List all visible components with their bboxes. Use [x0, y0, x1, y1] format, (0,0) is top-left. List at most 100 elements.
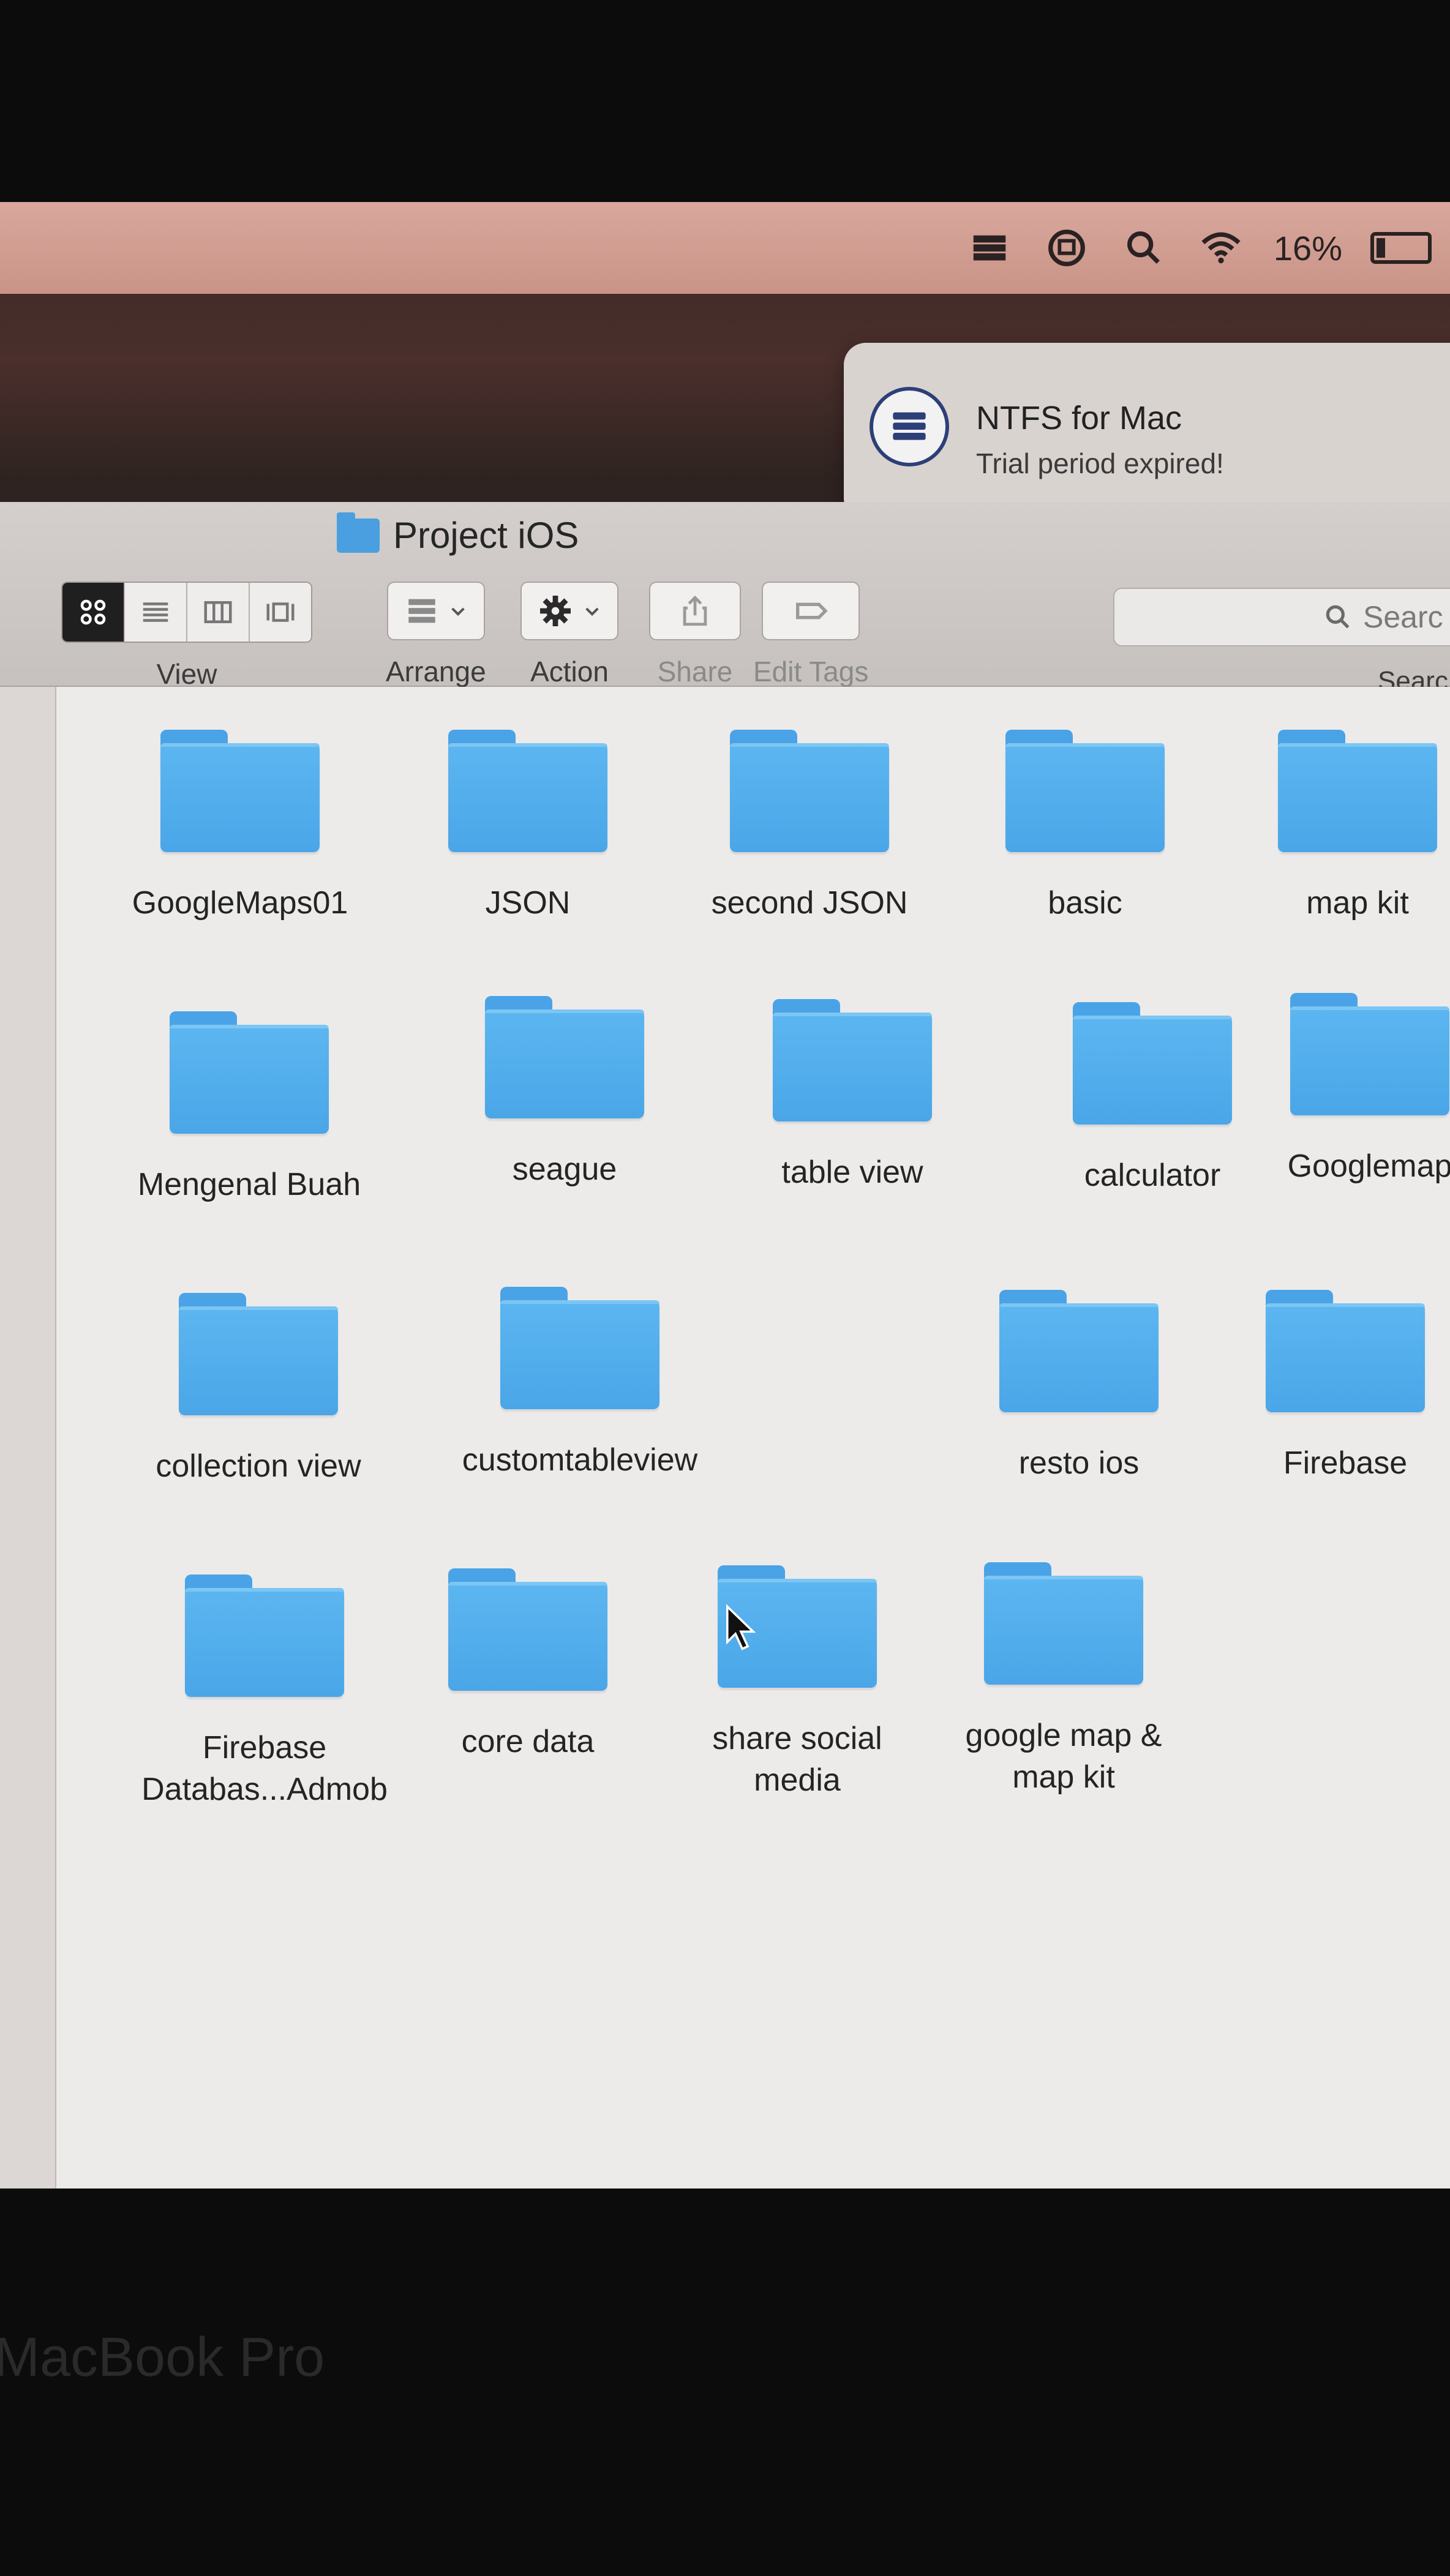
folder-icon [448, 1568, 607, 1691]
window-title: Project iOS [337, 512, 579, 556]
folder-label: map kit [1306, 885, 1409, 921]
share-label: Share [657, 656, 733, 687]
folder-label: google map & map kit [965, 1718, 1162, 1795]
gear-icon [540, 596, 571, 626]
column-view-button[interactable] [187, 583, 250, 642]
spotlight-search-icon[interactable] [1119, 223, 1168, 272]
folder-label: core data [461, 1724, 595, 1759]
folder-icon [1290, 993, 1449, 1115]
folder-icon [185, 1574, 344, 1697]
folder-label: resto ios [1018, 1445, 1140, 1481]
folder-icon [337, 512, 380, 553]
notification-banner[interactable]: NTFS for Mac Trial period expired! [844, 343, 1450, 520]
action-button[interactable] [520, 582, 618, 640]
folder-item[interactable]: Googlemap [1241, 975, 1450, 1188]
folder-label: basic [1048, 885, 1122, 921]
icon-view-button[interactable] [62, 583, 125, 642]
gallery-view-button[interactable] [250, 583, 311, 642]
view-label: View [156, 658, 217, 690]
battery-icon[interactable] [1370, 232, 1432, 264]
folder-item[interactable]: Firebase Databas...Admob [136, 1556, 393, 1810]
search-input[interactable]: Searc [1113, 588, 1450, 646]
folder-item[interactable]: table view [724, 981, 981, 1194]
folder-item[interactable]: share social media [669, 1547, 926, 1801]
folder-label: table view [781, 1155, 923, 1190]
folder-icon [1005, 730, 1165, 852]
folder-icon [999, 1290, 1159, 1412]
folder-label: Googlemap [1287, 1148, 1450, 1184]
window-title-text: Project iOS [393, 515, 579, 556]
folder-item[interactable]: customtableview [451, 1268, 708, 1481]
folder-item[interactable]: basic [956, 711, 1214, 924]
edit-tags-button[interactable] [762, 582, 860, 640]
finder-window: Project iOS View Arrange Action Share Ed… [0, 502, 1450, 2188]
folder-icon [773, 999, 932, 1121]
folder-item[interactable]: google map & map kit [935, 1544, 1192, 1798]
wifi-icon[interactable] [1196, 223, 1245, 272]
chevron-down-icon [451, 607, 465, 616]
search-placeholder: Searc [1363, 600, 1443, 634]
arrange-group: Arrange [386, 582, 486, 688]
arrange-grid-icon [408, 599, 435, 623]
folder-label: customtableview [462, 1442, 698, 1478]
ntfs-drive-icon[interactable] [965, 223, 1014, 272]
share-icon [683, 595, 707, 626]
share-button[interactable] [649, 582, 741, 640]
action-label: Action [530, 656, 609, 687]
folder-item[interactable]: JSON [399, 711, 656, 924]
folder-icon [1278, 730, 1437, 852]
notification-title: NTFS for Mac [976, 400, 1182, 436]
folder-label: Firebase Databas...Admob [141, 1730, 388, 1807]
folder-label: seague [512, 1151, 617, 1187]
edit-tags-label: Edit Tags [753, 656, 869, 687]
notification-message: Trial period expired! [976, 447, 1224, 479]
folder-icon [1073, 1002, 1232, 1125]
folder-item[interactable]: resto ios [950, 1271, 1208, 1485]
folder-label: GoogleMaps01 [132, 885, 348, 921]
folder-icon [730, 730, 889, 852]
folder-icon [1266, 1290, 1425, 1412]
edit-tags-group: Edit Tags [753, 582, 868, 688]
folder-label: collection view [156, 1448, 361, 1484]
folder-icon [984, 1562, 1143, 1685]
folder-label: second JSON [711, 885, 908, 921]
menu-bar: 16% [0, 202, 1450, 294]
folder-icon [448, 730, 607, 852]
folder-item[interactable]: map kit [1229, 711, 1450, 924]
folder-icon [170, 1011, 329, 1134]
folder-label: Mengenal Buah [137, 1167, 361, 1202]
chevron-down-icon [585, 607, 599, 616]
battery-percent[interactable]: 16% [1274, 228, 1342, 268]
action-group: Action [520, 582, 618, 688]
folder-icon [500, 1287, 659, 1409]
folder-item[interactable]: seague [436, 978, 693, 1191]
folder-item[interactable]: GoogleMaps01 [111, 711, 369, 924]
sidebar[interactable] [0, 687, 56, 2188]
ntfs-app-icon [870, 387, 949, 466]
macbook-brand-label: MacBook Pro [0, 2327, 325, 2388]
share-group: Share [649, 582, 741, 688]
folder-icon [160, 730, 320, 852]
folder-item[interactable]: core data [399, 1550, 656, 1763]
folder-item[interactable]: second JSON [681, 711, 938, 924]
screen-sharing-icon[interactable] [1042, 223, 1091, 272]
mouse-cursor-icon [726, 1604, 756, 1650]
folder-item[interactable]: collection view [130, 1275, 387, 1488]
toolbar: Project iOS View Arrange Action Share Ed… [0, 502, 1450, 696]
screen: 16% NTFS for Mac Trial period expired! P… [0, 202, 1450, 2188]
file-grid: GoogleMaps01 JSON second JSON basic map … [56, 687, 1450, 2188]
arrange-button[interactable] [386, 582, 485, 640]
view-group: View [61, 582, 312, 691]
list-view-button[interactable] [125, 583, 187, 642]
arrange-label: Arrange [386, 656, 486, 687]
folder-label: JSON [485, 885, 571, 921]
folder-label: Firebase [1283, 1445, 1408, 1481]
search-icon [1326, 605, 1350, 629]
folder-item[interactable]: Firebase [1217, 1271, 1450, 1485]
folder-icon [179, 1293, 338, 1415]
folder-label: share social media [712, 1721, 882, 1798]
folder-item[interactable]: Mengenal Buah [121, 993, 378, 1206]
view-segmented-control [61, 582, 312, 643]
folder-icon [485, 996, 644, 1118]
tag-icon [796, 602, 828, 620]
